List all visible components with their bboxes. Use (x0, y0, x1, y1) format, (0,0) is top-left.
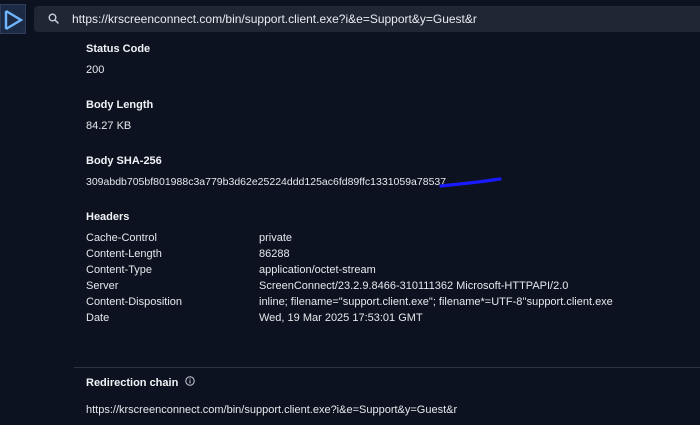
header-row: Content-Type application/octet-stream (86, 264, 686, 280)
redirection-chain-label: Redirection chain (86, 376, 179, 389)
status-code-value: 200 (86, 64, 105, 76)
header-row: Cache-Control private (86, 232, 686, 248)
pen-annotation-mark (439, 177, 502, 188)
header-value: Wed, 19 Mar 2025 17:53:01 GMT (259, 312, 423, 324)
header-key: Date (86, 312, 110, 324)
header-value: application/octet-stream (259, 264, 376, 276)
chevron-logo-icon[interactable] (0, 4, 26, 34)
header-key: Content-Type (86, 264, 153, 276)
header-value: ScreenConnect/23.2.9.8466-310111362 Micr… (259, 280, 569, 292)
url-bar[interactable]: https://krscreenconnect.com/bin/support.… (34, 6, 700, 32)
body-length-value: 84.27 KB (86, 120, 132, 132)
header-value: private (259, 232, 293, 244)
body-sha-label: Body SHA-256 (86, 155, 162, 167)
info-icon[interactable] (185, 376, 195, 389)
header-value: inline; filename="support.client.exe"; f… (259, 296, 613, 308)
top-bar: https://krscreenconnect.com/bin/support.… (0, 0, 700, 38)
header-key: Server (86, 280, 119, 292)
header-row: Content-Disposition inline; filename="su… (86, 296, 686, 312)
body-length-label: Body Length (86, 99, 154, 111)
section-divider (74, 367, 700, 368)
url-input[interactable]: https://krscreenconnect.com/bin/support.… (72, 12, 477, 26)
header-row: Content-Length 86288 (86, 248, 686, 264)
header-row: Server ScreenConnect/23.2.9.8466-3101113… (86, 280, 686, 296)
headers-label: Headers (86, 211, 130, 223)
status-code-label: Status Code (86, 43, 151, 55)
header-value: 86288 (259, 248, 290, 260)
redirection-chain-header: Redirection chain (86, 376, 195, 389)
search-icon (48, 13, 59, 27)
redirection-url[interactable]: https://krscreenconnect.com/bin/support.… (86, 404, 457, 416)
header-key: Content-Disposition (86, 296, 182, 308)
header-row: Date Wed, 19 Mar 2025 17:53:01 GMT (86, 312, 686, 328)
body-sha-value: 309abdb705bf801988c3a779b3d62e25224ddd12… (86, 176, 447, 188)
header-key: Cache-Control (86, 232, 157, 244)
header-key: Content-Length (86, 248, 162, 260)
